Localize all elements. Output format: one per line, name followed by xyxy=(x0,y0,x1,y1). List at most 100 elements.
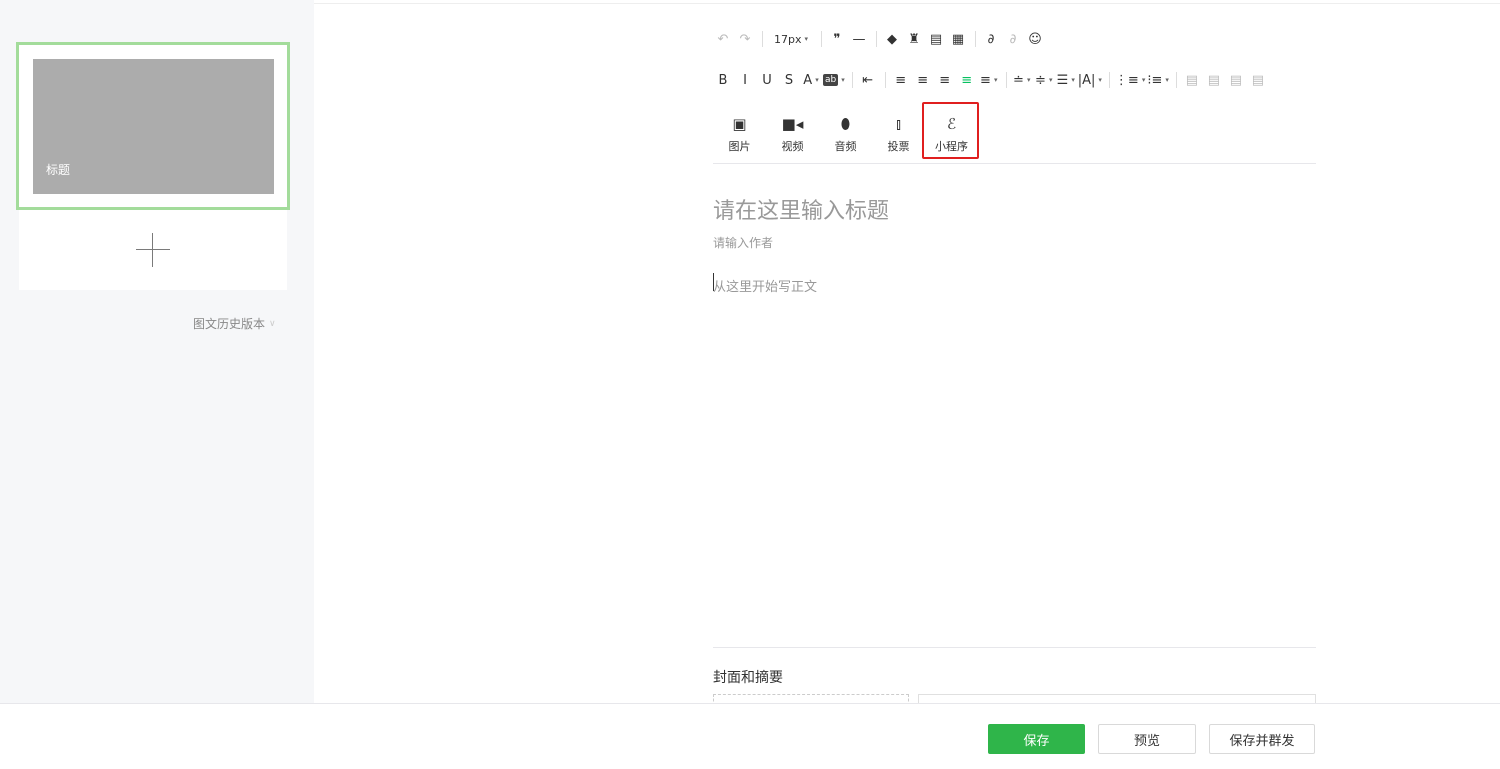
paragraph-after-icon[interactable]: ≑ ▾ xyxy=(1034,69,1054,91)
caret-down-icon: ▾ xyxy=(1071,76,1075,84)
video-icon: ■◂ xyxy=(781,115,804,133)
caret-down-icon: ▾ xyxy=(815,76,819,84)
top-border xyxy=(314,3,1500,4)
horizontal-rule-glyph: — xyxy=(852,31,866,47)
letter-spacing-glyph: |A| xyxy=(1077,72,1096,88)
insert-video-label: 视频 xyxy=(781,140,804,153)
redo-icon[interactable]: ↷ xyxy=(735,28,755,50)
save-and-publish-button[interactable]: 保存并群发 xyxy=(1209,724,1315,754)
toolbar-divider xyxy=(713,163,1316,164)
align-center-glyph: ≡ xyxy=(917,72,929,88)
caret-down-icon: ▾ xyxy=(1026,76,1031,84)
paragraph-before-icon[interactable]: ≐ ▾ xyxy=(1012,69,1032,91)
indent-icon[interactable]: ⇤ xyxy=(858,69,878,91)
italic-icon[interactable]: I xyxy=(735,69,755,91)
add-article-button[interactable] xyxy=(19,210,287,290)
insert-image-button[interactable]: ▣ 图片 xyxy=(713,113,766,154)
image-center-icon[interactable]: ▤ xyxy=(1248,69,1268,91)
unordered-list-icon[interactable]: ⁝≡ ▾ xyxy=(1147,69,1169,91)
undo-glyph: ↶ xyxy=(717,31,729,47)
save-button[interactable]: 保存 xyxy=(988,724,1085,754)
eraser-icon[interactable]: ◆ xyxy=(882,28,902,50)
paragraph-after-glyph: ≑ xyxy=(1035,72,1046,88)
toolbar-separator xyxy=(851,72,853,88)
insert-vote-label: 投票 xyxy=(887,140,910,153)
body-editor[interactable]: 从这里开始写正文 xyxy=(713,276,817,295)
document-icon[interactable]: ▦ xyxy=(948,28,968,50)
caret-down-icon: ▾ xyxy=(841,76,845,84)
emoji-glyph: ☺ xyxy=(1028,31,1042,47)
article-card-selected[interactable]: 标题 xyxy=(16,42,290,210)
emoji-icon[interactable]: ☺ xyxy=(1025,28,1045,50)
insert-template-icon[interactable]: ▤ xyxy=(926,28,946,50)
bar-chart-icon: ⫾ xyxy=(896,115,901,133)
insert-template-glyph: ▤ xyxy=(929,31,943,47)
history-versions-label: 图文历史版本 xyxy=(193,317,266,331)
insert-audio-label: 音频 xyxy=(834,140,857,153)
format-painter-icon[interactable]: ♜ xyxy=(904,28,924,50)
line-height-icon[interactable]: ☰ ▾ xyxy=(1056,69,1076,91)
image-float-right-glyph: ▤ xyxy=(1207,72,1221,88)
indent-glyph: ⇤ xyxy=(862,72,874,88)
unlink-glyph: ∂ xyxy=(1009,31,1017,47)
image-icon: ▣ xyxy=(732,115,747,133)
redo-glyph: ↷ xyxy=(739,31,751,47)
toolbar-separator xyxy=(876,31,878,47)
undo-icon[interactable]: ↶ xyxy=(713,28,733,50)
insert-image-label: 图片 xyxy=(728,140,751,153)
insert-video-button[interactable]: ■◂ 视频 xyxy=(766,113,819,154)
caret-down-icon: ▾ xyxy=(1141,76,1146,84)
align-right-icon[interactable]: ≡ xyxy=(935,69,955,91)
history-versions-dropdown[interactable]: 图文历史版本 ∨ xyxy=(193,315,276,332)
content-divider xyxy=(713,647,1316,648)
image-center-glyph: ▤ xyxy=(1251,72,1265,88)
strikethrough-icon[interactable]: S xyxy=(779,69,799,91)
toolbar-separator xyxy=(884,72,886,88)
caret-down-icon: ▾ xyxy=(1098,76,1102,84)
unlink-icon[interactable]: ∂ xyxy=(1003,28,1023,50)
strikethrough-glyph: S xyxy=(784,72,794,88)
highlight-color-glyph: ab xyxy=(823,74,839,86)
line-height-glyph: ☰ xyxy=(1056,72,1069,88)
ordered-list-glyph: ⋮≡ xyxy=(1114,72,1139,88)
document-glyph: ▦ xyxy=(951,31,965,47)
image-float-left-icon[interactable]: ▤ xyxy=(1182,69,1202,91)
align-distribute-icon[interactable]: ≡ ▾ xyxy=(979,69,999,91)
font-size-select[interactable]: 17px ▾ xyxy=(768,28,814,50)
font-color-icon[interactable]: A ▾ xyxy=(801,69,821,91)
title-input[interactable]: 请在这里输入标题 xyxy=(713,193,889,225)
bold-icon[interactable]: B xyxy=(713,69,733,91)
image-float-right-icon[interactable]: ▤ xyxy=(1204,69,1224,91)
quote-glyph: ❞ xyxy=(833,31,841,47)
image-float-left-glyph: ▤ xyxy=(1185,72,1199,88)
font-color-glyph: A xyxy=(803,72,813,88)
align-right-glyph: ≡ xyxy=(939,72,951,88)
underline-icon[interactable]: U xyxy=(757,69,777,91)
letter-spacing-icon[interactable]: |A| ▾ xyxy=(1078,69,1102,91)
plus-icon xyxy=(136,233,170,267)
caret-down-icon: ▾ xyxy=(993,76,998,84)
align-center-icon[interactable]: ≡ xyxy=(913,69,933,91)
toolbar-row-2: B I U S A ▾ ab ▾ ⇤ ≡ ≡ ≡ ≡ ≡ ▾ ≐ ▾ ≑ ▾ ☰ ▾ |A| ▾ ⋮≡ ▾ ⁝≡ ▾ ▤ ▤ ▤ ▤ xyxy=(713,69,1270,91)
underline-glyph: U xyxy=(762,72,772,88)
ordered-list-icon[interactable]: ⋮≡ ▾ xyxy=(1115,69,1145,91)
image-float-none-glyph: ▤ xyxy=(1229,72,1243,88)
caret-down-icon: ▾ xyxy=(1165,76,1169,84)
align-left-icon[interactable]: ≡ xyxy=(891,69,911,91)
highlight-color-icon[interactable]: ab ▾ xyxy=(823,69,845,91)
insert-vote-button[interactable]: ⫾ 投票 xyxy=(872,113,925,154)
horizontal-rule-icon[interactable]: — xyxy=(849,28,869,50)
preview-button[interactable]: 预览 xyxy=(1098,724,1196,754)
align-justify-icon[interactable]: ≡ xyxy=(957,69,977,91)
link-icon[interactable]: ∂ xyxy=(981,28,1001,50)
eraser-glyph: ◆ xyxy=(887,31,898,47)
format-painter-glyph: ♜ xyxy=(908,31,920,47)
caret-down-icon: ▾ xyxy=(804,35,809,43)
article-list-panel: 标题 图文历史版本 ∨ xyxy=(0,0,314,703)
insert-audio-button[interactable]: ⬮ 音频 xyxy=(819,113,872,154)
toolbar-separator xyxy=(821,31,823,47)
chevron-down-icon: ∨ xyxy=(269,318,276,329)
quote-icon[interactable]: ❞ xyxy=(827,28,847,50)
image-float-none-icon[interactable]: ▤ xyxy=(1226,69,1246,91)
author-input[interactable]: 请输入作者 xyxy=(713,234,773,251)
